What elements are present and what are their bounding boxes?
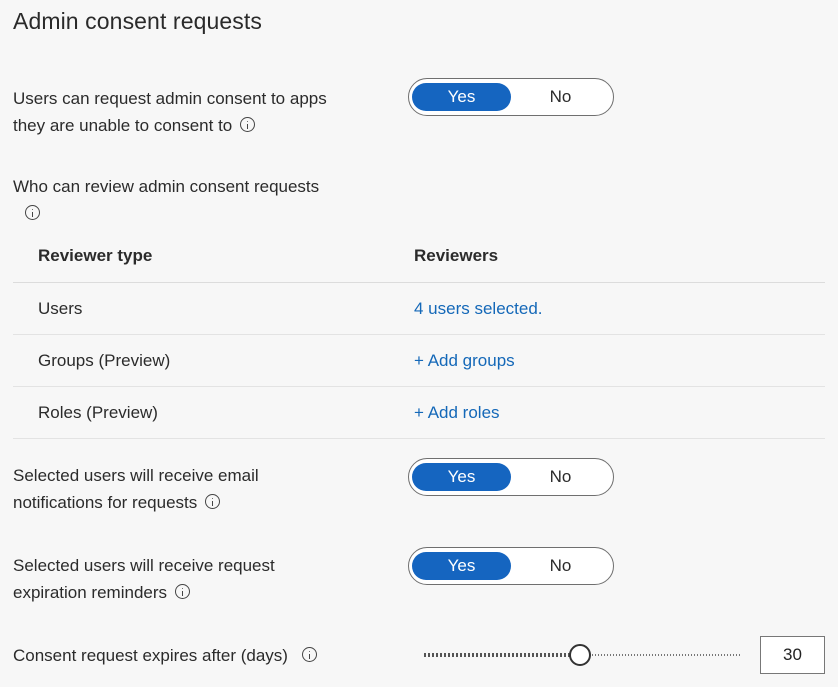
slider-track-rest xyxy=(580,654,742,656)
request-consent-yes-option[interactable]: Yes xyxy=(412,83,511,111)
info-icon[interactable] xyxy=(205,494,221,510)
info-icon[interactable] xyxy=(175,584,191,600)
expiry-days-slider[interactable] xyxy=(424,644,742,666)
column-header-reviewers: Reviewers xyxy=(414,246,499,265)
column-header-reviewer-type: Reviewer type xyxy=(38,246,153,265)
add-groups-link[interactable]: + Add groups xyxy=(414,351,825,371)
reviewer-type-cell: Users xyxy=(38,298,83,318)
table-header-row: Reviewer type Reviewers xyxy=(13,230,825,283)
email-notifications-no-option[interactable]: No xyxy=(511,463,610,491)
email-notifications-label-line1: Selected users will receive email xyxy=(13,466,259,485)
request-consent-label-line2: they are unable to consent to xyxy=(13,116,233,135)
reviewer-type-cell: Roles (Preview) xyxy=(38,402,158,422)
expiry-days-label: Consent request expires after (days) xyxy=(13,646,288,665)
add-roles-link[interactable]: + Add roles xyxy=(414,403,825,423)
info-icon[interactable] xyxy=(25,205,40,221)
expiry-days-label-block: Consent request expires after (days) xyxy=(13,642,317,669)
reviewers-label-block: Who can review admin consent requests xyxy=(13,173,319,227)
expiration-reminders-label-line1: Selected users will receive request xyxy=(13,556,275,575)
email-notifications-label: Selected users will receive email notifi… xyxy=(13,462,259,516)
page-title: Admin consent requests xyxy=(13,8,262,34)
expiration-reminders-label-line2: expiration reminders xyxy=(13,583,168,602)
request-consent-label: Users can request admin consent to apps … xyxy=(13,85,327,139)
reviewers-label: Who can review admin consent requests xyxy=(13,177,320,196)
slider-thumb[interactable] xyxy=(569,644,591,666)
table-row: Users 4 users selected. xyxy=(13,283,825,335)
expiration-reminders-yes-option[interactable]: Yes xyxy=(412,552,511,580)
table-row: Groups (Preview) + Add groups xyxy=(13,335,825,387)
expiration-reminders-label: Selected users will receive request expi… xyxy=(13,552,275,606)
expiration-reminders-toggle[interactable]: Yes No xyxy=(408,547,614,585)
reviewer-type-cell: Groups (Preview) xyxy=(38,350,171,370)
info-icon[interactable] xyxy=(301,647,317,663)
email-notifications-label-line2: notifications for requests xyxy=(13,493,198,512)
table-row: Roles (Preview) + Add roles xyxy=(13,387,825,439)
request-consent-no-option[interactable]: No xyxy=(511,83,610,111)
request-consent-toggle[interactable]: Yes No xyxy=(408,78,614,116)
reviewers-table: Reviewer type Reviewers Users 4 users se… xyxy=(13,230,825,439)
email-notifications-yes-option[interactable]: Yes xyxy=(412,463,511,491)
expiration-reminders-no-option[interactable]: No xyxy=(511,552,610,580)
email-notifications-toggle[interactable]: Yes No xyxy=(408,458,614,496)
users-selected-link[interactable]: 4 users selected. xyxy=(414,299,825,319)
slider-track-filled xyxy=(424,653,580,657)
expiry-days-input[interactable] xyxy=(760,636,825,674)
request-consent-label-line1: Users can request admin consent to apps xyxy=(13,89,327,108)
info-icon[interactable] xyxy=(240,117,256,133)
